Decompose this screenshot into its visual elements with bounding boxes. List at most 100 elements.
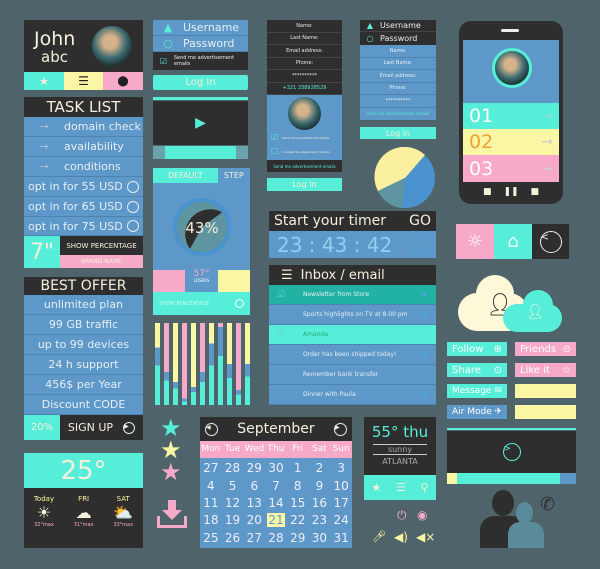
inbox-item[interactable]: Order has been shipped today! ★ — [269, 345, 436, 365]
option-item[interactable]: opt in for 55 USD — [24, 177, 143, 197]
calendar-date[interactable]: 14 — [265, 496, 287, 510]
tab-default[interactable]: DEFAULT — [153, 168, 218, 183]
option-item[interactable]: opt in for 75 USD — [24, 217, 143, 236]
phone-item[interactable]: 01 → — [463, 103, 559, 129]
form-field[interactable]: ********** — [267, 70, 342, 83]
form-field[interactable]: Phone: — [360, 82, 436, 95]
inbox-item[interactable]: Dinner with Paula ★ — [269, 385, 436, 405]
video2-player[interactable]: > — [447, 431, 576, 473]
star-icon[interactable]: ★ — [421, 390, 428, 399]
yellow-button[interactable] — [515, 384, 576, 398]
phone-controls[interactable]: ■ ❚❚ ■ — [483, 187, 539, 197]
video-progress[interactable] — [153, 146, 248, 159]
calendar-date[interactable]: 9 — [309, 479, 331, 493]
username-field[interactable]: ▲ Username — [360, 20, 436, 32]
calendar-date[interactable]: 16 — [309, 496, 331, 510]
calendar-date[interactable]: 30 — [309, 531, 331, 545]
location-tab[interactable]: ⬤ — [103, 72, 143, 90]
ads-link[interactable]: Send me advertisement emails — [360, 107, 436, 120]
task-item[interactable]: → conditions — [24, 157, 143, 177]
calendar-date[interactable]: 27 — [243, 531, 265, 545]
option-item[interactable]: opt in for 65 USD — [24, 197, 143, 217]
checkbox-icon[interactable]: ☑ — [277, 330, 303, 340]
like-button[interactable]: Like it ☆ — [515, 363, 576, 377]
prev-month-icon[interactable]: ◀ — [205, 422, 218, 436]
menu-icon[interactable]: ☰ — [396, 481, 406, 494]
video-player[interactable]: ▶ — [153, 101, 248, 145]
task-item[interactable]: → domain check — [24, 117, 143, 137]
share-button[interactable]: Share ⊙ — [447, 363, 507, 377]
register-login-button[interactable]: Log In — [267, 178, 342, 191]
calendar-date[interactable]: 28 — [265, 531, 287, 545]
form-field[interactable]: Last Name: — [267, 32, 342, 45]
star-icon[interactable]: ★ — [421, 290, 428, 299]
phone-item[interactable]: 02 → — [463, 129, 559, 155]
calendar-date[interactable]: 20 — [243, 513, 265, 527]
form-field[interactable]: ********** — [360, 95, 436, 108]
calendar-date[interactable]: 19 — [222, 513, 244, 527]
calendar-date[interactable]: 27 — [200, 461, 222, 475]
next-month-icon[interactable]: ▶ — [333, 422, 347, 436]
password-field[interactable]: ○ Password — [153, 36, 248, 52]
calendar-date[interactable]: 13 — [243, 496, 265, 510]
radio-icon[interactable] — [127, 220, 139, 232]
calendar-date[interactable]: 12 — [222, 496, 244, 510]
agree-checkbox[interactable]: ☐ I Accept the Agreement (terms) — [271, 147, 330, 156]
username-field[interactable]: ▲ Username — [153, 20, 248, 36]
password-field[interactable]: ○ Password — [360, 32, 436, 45]
star-icon[interactable]: ★ — [421, 310, 428, 319]
form-field[interactable]: Email address: — [360, 70, 436, 83]
brightness-button[interactable]: ☼ — [456, 224, 494, 259]
show-percentage-button[interactable]: SHOW PERCENTAGE — [153, 292, 250, 315]
calendar-date[interactable]: 2 — [309, 461, 331, 475]
form-field[interactable]: Name: — [360, 45, 436, 58]
inbox-item[interactable]: ☑ Amanda — [269, 325, 436, 345]
calendar-date[interactable]: 7 — [265, 479, 287, 493]
back-button[interactable]: < — [532, 224, 569, 259]
calendar-date[interactable]: 11 — [200, 496, 222, 510]
record-icon[interactable]: ◉ — [417, 508, 427, 522]
location-icon[interactable]: ⚲ — [421, 481, 429, 494]
login2-button[interactable]: Log In — [360, 127, 436, 139]
radio-icon[interactable] — [127, 180, 139, 193]
calendar-date[interactable]: 1 — [287, 461, 309, 475]
video2-progress[interactable] — [447, 473, 576, 484]
form-field[interactable]: Phone: — [267, 57, 342, 70]
follow-button[interactable]: Follow ⊕ — [447, 342, 507, 356]
calendar-date[interactable]: 22 — [287, 513, 309, 527]
inbox-item[interactable]: ☑ Newsletter from Store ★ — [269, 285, 436, 305]
radio-icon[interactable] — [127, 200, 139, 213]
ads-checkbox[interactable]: ☑ Send me advertisement emails — [271, 133, 329, 142]
menu-tab[interactable]: ☰ — [64, 72, 103, 90]
form-field[interactable]: Name: — [267, 20, 342, 33]
calendar-date[interactable]: 5 — [222, 479, 244, 493]
speaker-icon[interactable]: ◀) — [394, 530, 408, 544]
calendar-date[interactable]: 25 — [200, 531, 222, 545]
form-field[interactable]: Email address: — [267, 45, 342, 58]
download-icon[interactable] — [157, 500, 187, 530]
calendar-date[interactable]: 31 — [330, 531, 352, 545]
mute-icon[interactable]: ◀× — [416, 530, 435, 544]
calendar-date[interactable]: 15 — [287, 496, 309, 510]
timer-button-icon[interactable] — [410, 235, 428, 254]
login-button[interactable]: Log In — [153, 75, 248, 90]
phone-item[interactable]: 03 → — [463, 155, 559, 182]
star-icon[interactable]: ★ — [421, 350, 428, 359]
form-field[interactable]: +321 338928529 — [267, 82, 342, 95]
friends-button[interactable]: Friends ⊙ — [515, 342, 576, 356]
phone-call-icon[interactable]: ✆ — [540, 494, 555, 515]
air-mode-button[interactable]: Air Mode ✈ — [447, 405, 507, 419]
calendar-date[interactable]: 8 — [287, 479, 309, 493]
calendar-date[interactable]: 17 — [330, 496, 352, 510]
calendar-date[interactable]: 30 — [265, 461, 287, 475]
message-button[interactable]: Message ✉ — [447, 384, 507, 398]
calendar-date[interactable]: 21 — [267, 513, 285, 528]
tab-step[interactable]: STEP — [217, 168, 250, 183]
calendar-date[interactable]: 26 — [222, 531, 244, 545]
calendar-date[interactable]: 29 — [243, 461, 265, 475]
star-icon[interactable]: ★ — [371, 481, 381, 494]
yellow-button[interactable] — [515, 405, 576, 419]
star-tab[interactable]: ★ — [24, 72, 64, 90]
signup-button[interactable]: SIGN UP ▶ — [60, 415, 143, 440]
calendar-date[interactable]: 3 — [330, 461, 352, 475]
